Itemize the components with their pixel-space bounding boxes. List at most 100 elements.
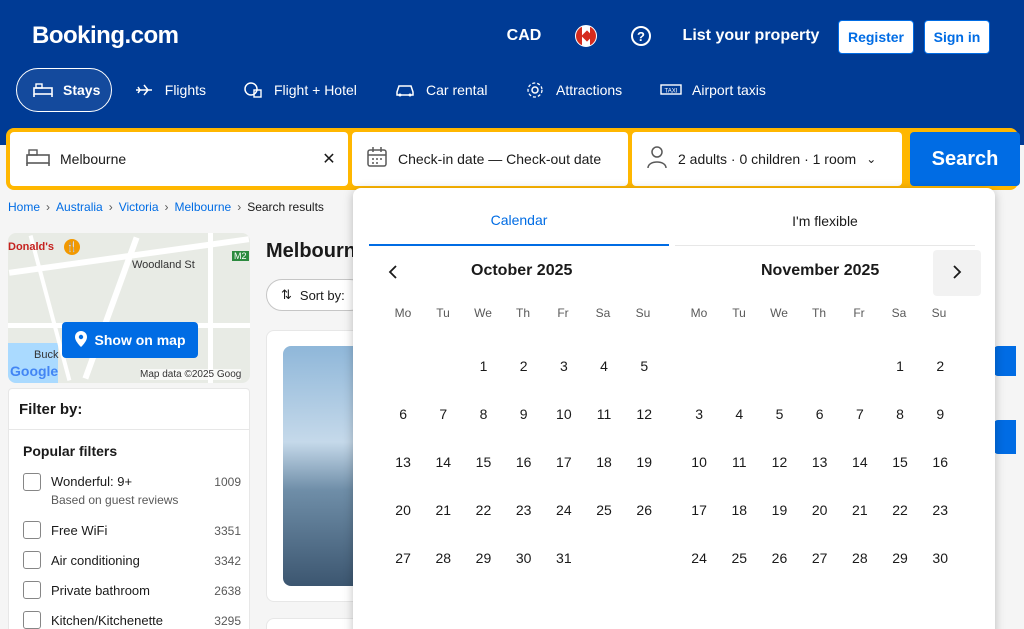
calendar-day[interactable]: 26 (624, 472, 664, 520)
tab-flights[interactable]: Flights (118, 68, 222, 112)
calendar-day[interactable]: 16 (504, 424, 544, 472)
calendar-day[interactable]: 20 (383, 472, 423, 520)
calendar-day[interactable]: 26 (759, 520, 799, 568)
booking-logo[interactable]: Booking.com (32, 22, 179, 50)
breadcrumb-city[interactable]: Melbourne (175, 200, 232, 214)
calendar-day[interactable]: 7 (840, 376, 880, 424)
filter-item[interactable]: Wonderful: 9+ 1009 Based on guest review… (23, 471, 247, 511)
calendar-day[interactable]: 30 (920, 520, 960, 568)
filter-checkbox[interactable] (23, 551, 41, 569)
search-button[interactable]: Search (910, 132, 1020, 186)
filter-checkbox[interactable] (23, 611, 41, 629)
tab-airport-taxis[interactable]: TAXI Airport taxis (644, 68, 786, 112)
calendar-day[interactable]: 22 (880, 472, 920, 520)
calendar-day[interactable]: 24 (679, 520, 719, 568)
calendar-day[interactable]: 9 (920, 376, 960, 424)
calendar-day[interactable]: 31 (544, 520, 584, 568)
list-property-button[interactable]: List your property (674, 18, 828, 54)
calendar-day[interactable]: 2 (920, 328, 960, 376)
guests-input[interactable]: 2 adults · 0 children · 1 room (678, 151, 856, 167)
calendar-day[interactable]: 22 (463, 472, 503, 520)
filter-checkbox[interactable] (23, 581, 41, 599)
calendar-day[interactable]: 14 (423, 424, 463, 472)
calendar-day[interactable]: 1 (880, 328, 920, 376)
calendar-day[interactable]: 11 (719, 424, 759, 472)
calendar-day[interactable]: 27 (383, 520, 423, 568)
calendar-day[interactable]: 9 (504, 376, 544, 424)
map-preview[interactable]: Donald's 🍴 Woodland St M2 Buck Google Ma… (8, 233, 250, 383)
dates-field[interactable]: Check-in date — Check-out date (352, 132, 628, 186)
tab-flexible[interactable]: I'm flexible (675, 196, 975, 246)
calendar-day[interactable]: 18 (719, 472, 759, 520)
calendar-day[interactable]: 1 (463, 328, 503, 376)
calendar-day[interactable]: 29 (880, 520, 920, 568)
calendar-day[interactable]: 2 (504, 328, 544, 376)
show-on-map-button[interactable]: Show on map (62, 322, 198, 358)
language-button[interactable] (564, 18, 608, 54)
calendar-day[interactable]: 13 (800, 424, 840, 472)
availability-button-edge[interactable] (994, 420, 1016, 454)
calendar-day[interactable]: 19 (759, 472, 799, 520)
filter-item[interactable]: Air conditioning 3342 (23, 551, 247, 573)
calendar-day[interactable]: 17 (679, 472, 719, 520)
tab-flight-hotel[interactable]: Flight + Hotel (226, 68, 376, 112)
calendar-day[interactable]: 3 (544, 328, 584, 376)
filter-item[interactable]: Kitchen/Kitchenette 3295 (23, 611, 247, 629)
calendar-day[interactable]: 10 (544, 376, 584, 424)
tab-attractions[interactable]: Attractions (508, 68, 642, 112)
breadcrumb-state[interactable]: Victoria (119, 200, 159, 214)
help-button[interactable]: ? (618, 18, 664, 54)
calendar-day[interactable]: 21 (423, 472, 463, 520)
calendar-day[interactable]: 4 (719, 376, 759, 424)
calendar-day[interactable]: 15 (463, 424, 503, 472)
tab-calendar[interactable]: Calendar (369, 196, 669, 246)
calendar-day[interactable]: 25 (584, 472, 624, 520)
calendar-day[interactable]: 5 (759, 376, 799, 424)
breadcrumb-country[interactable]: Australia (56, 200, 103, 214)
calendar-day[interactable]: 8 (880, 376, 920, 424)
calendar-day[interactable]: 13 (383, 424, 423, 472)
calendar-day[interactable]: 24 (544, 472, 584, 520)
calendar-day[interactable]: 14 (840, 424, 880, 472)
calendar-day[interactable]: 8 (463, 376, 503, 424)
calendar-day[interactable]: 28 (840, 520, 880, 568)
calendar-day[interactable]: 28 (423, 520, 463, 568)
property-card[interactable] (266, 618, 366, 629)
calendar-day[interactable]: 30 (504, 520, 544, 568)
sign-in-button[interactable]: Sign in (924, 20, 990, 54)
calendar-day[interactable]: 27 (800, 520, 840, 568)
calendar-day[interactable]: 12 (759, 424, 799, 472)
filter-checkbox[interactable] (23, 521, 41, 539)
previous-month-button[interactable] (369, 250, 417, 296)
filter-item[interactable]: Free WiFi 3351 (23, 521, 247, 543)
register-button[interactable]: Register (838, 20, 914, 54)
calendar-day[interactable]: 19 (624, 424, 664, 472)
calendar-day[interactable]: 6 (383, 376, 423, 424)
calendar-day[interactable]: 7 (423, 376, 463, 424)
dates-input[interactable]: Check-in date — Check-out date (398, 151, 618, 167)
calendar-day[interactable]: 10 (679, 424, 719, 472)
price-button-edge[interactable] (994, 346, 1016, 376)
calendar-day[interactable]: 16 (920, 424, 960, 472)
calendar-day[interactable]: 15 (880, 424, 920, 472)
filter-checkbox[interactable] (23, 473, 41, 491)
calendar-day[interactable]: 25 (719, 520, 759, 568)
tab-stays[interactable]: Stays (16, 68, 112, 112)
calendar-day[interactable]: 20 (800, 472, 840, 520)
calendar-day[interactable]: 11 (584, 376, 624, 424)
calendar-day[interactable]: 21 (840, 472, 880, 520)
calendar-day[interactable]: 29 (463, 520, 503, 568)
calendar-day[interactable]: 23 (920, 472, 960, 520)
calendar-day[interactable]: 3 (679, 376, 719, 424)
calendar-day[interactable]: 5 (624, 328, 664, 376)
destination-field[interactable]: Melbourne ✕ (10, 132, 348, 186)
calendar-day[interactable]: 12 (624, 376, 664, 424)
tab-car-rental[interactable]: Car rental (378, 68, 504, 112)
property-photo[interactable] (283, 346, 363, 586)
calendar-day[interactable]: 17 (544, 424, 584, 472)
destination-input[interactable]: Melbourne (60, 151, 126, 167)
breadcrumb-home[interactable]: Home (8, 200, 40, 214)
calendar-day[interactable]: 6 (800, 376, 840, 424)
clear-icon[interactable]: ✕ (320, 150, 338, 168)
filter-item[interactable]: Private bathroom 2638 (23, 581, 247, 603)
